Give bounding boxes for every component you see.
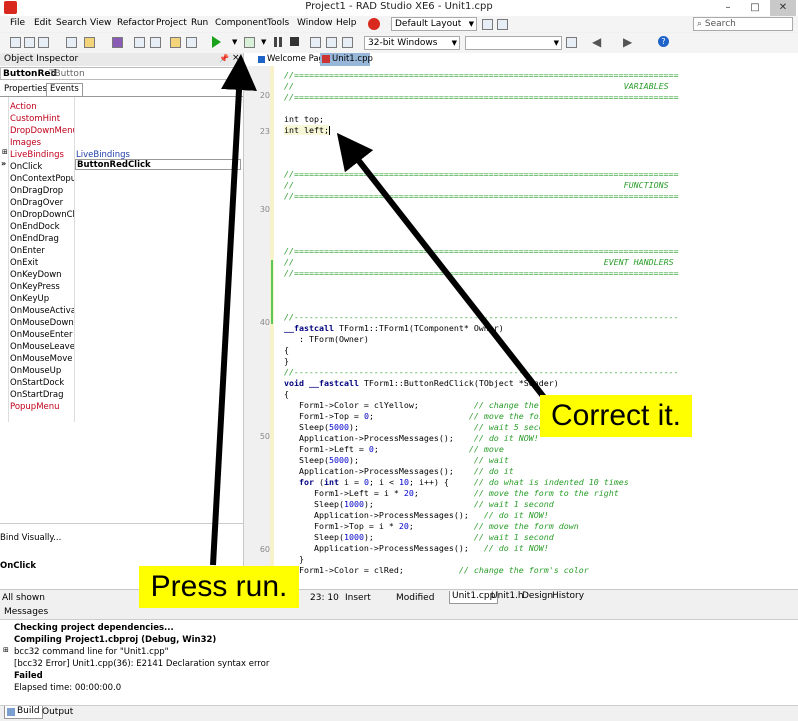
arrow-to-run-button	[210, 54, 257, 566]
callout-correct-it: Correct it.	[540, 395, 692, 437]
annotation-arrows	[210, 54, 553, 566]
arrow-to-code-line	[336, 132, 553, 407]
callout-press-run: Press run.	[139, 566, 299, 608]
